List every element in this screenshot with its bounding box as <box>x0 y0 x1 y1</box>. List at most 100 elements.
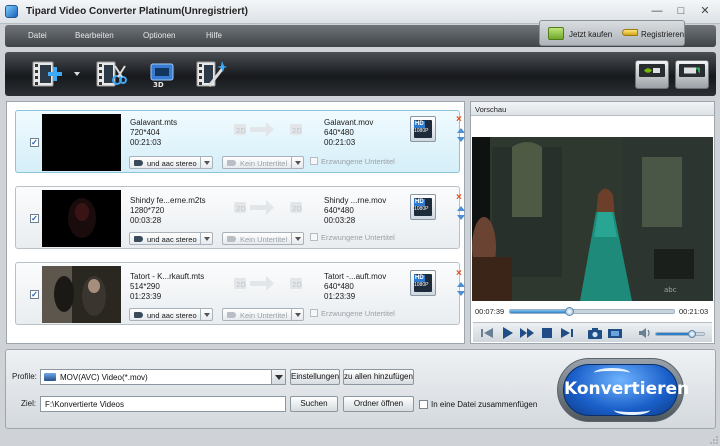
cart-icon <box>548 27 564 40</box>
amd-icon <box>684 67 700 74</box>
register-button[interactable]: Registrieren <box>641 30 684 39</box>
subtitle-select[interactable]: Kein Untertitel <box>222 156 304 169</box>
previous-frame-button[interactable] <box>479 326 495 340</box>
clip-button[interactable] <box>95 58 127 90</box>
convert-button[interactable]: Konvertieren <box>557 358 689 422</box>
source-duration: 00:21:03 <box>130 138 162 147</box>
output-filename[interactable]: Tatort -...auft.mov <box>324 272 386 282</box>
buy-register-area: Jetzt kaufen Registrieren <box>539 20 685 46</box>
close-button[interactable]: ✕ <box>694 4 716 19</box>
add-file-icon <box>32 61 62 87</box>
seek-handle[interactable] <box>565 307 574 316</box>
move-up-icon[interactable] <box>457 206 465 211</box>
source-resolution: 514*290 <box>130 282 160 291</box>
resize-grip-icon[interactable] <box>710 436 718 444</box>
volume-handle[interactable] <box>688 330 696 338</box>
settings-button[interactable]: Einstellungen <box>290 369 340 385</box>
stop-button[interactable] <box>539 326 555 340</box>
chevron-down-icon[interactable] <box>291 309 303 320</box>
move-down-icon[interactable] <box>457 215 465 220</box>
file-row[interactable]: ✓ Galavant.mts 720*404 00:21:03 2D 2D Ga… <box>15 110 465 173</box>
file-list-panel: ✓ Galavant.mts 720*404 00:21:03 2D 2D Ga… <box>6 101 465 344</box>
toolbar: 3D <box>5 52 716 96</box>
volume-icon[interactable] <box>637 326 653 340</box>
move-down-icon[interactable] <box>457 137 465 142</box>
output-format-button[interactable]: HD 1080P <box>410 194 436 220</box>
apply-to-all-button[interactable]: zu allen hinzufügen <box>343 369 414 385</box>
move-up-icon[interactable] <box>457 128 465 133</box>
convert-arrow-icon: 2D 2D <box>234 276 302 291</box>
move-up-icon[interactable] <box>457 282 465 287</box>
output-settings-panel: Profile: MOV(AVC) Video(*.mov) Einstellu… <box>5 349 716 429</box>
destination-input[interactable]: F:\Konvertierte Videos <box>40 396 286 412</box>
menu-hilfe[interactable]: Hilfe <box>206 31 222 40</box>
next-frame-button[interactable] <box>559 326 575 340</box>
3d-icon: 3D <box>150 63 174 89</box>
output-filename[interactable]: Shindy ...rne.mov <box>324 196 386 206</box>
buy-button[interactable]: Jetzt kaufen <box>569 30 612 39</box>
file-row[interactable]: ✓ Tatort - K...rkauft.mts 514*290 01:23:… <box>15 262 465 325</box>
output-filename[interactable]: Galavant.mov <box>324 118 373 128</box>
svg-text:2D: 2D <box>292 281 302 289</box>
destination-label: Ziel: <box>21 399 37 408</box>
chevron-down-icon[interactable] <box>200 157 212 168</box>
file-checkbox[interactable]: ✓ <box>30 214 39 223</box>
chevron-down-icon[interactable] <box>271 370 285 384</box>
merge-into-one-file-checkbox[interactable]: In eine Datei zusammenfügen <box>419 400 537 409</box>
svg-text:2D: 2D <box>292 127 302 135</box>
chevron-down-icon[interactable] <box>200 309 212 320</box>
profile-select[interactable]: MOV(AVC) Video(*.mov) <box>40 369 286 385</box>
maximize-button[interactable]: □ <box>670 4 692 19</box>
output-duration: 00:03:28 <box>324 216 356 225</box>
snapshot-camera-icon[interactable] <box>587 326 603 340</box>
video-thumbnail <box>42 114 121 171</box>
remove-file-icon[interactable]: × <box>456 115 462 125</box>
file-checkbox[interactable]: ✓ <box>30 138 39 147</box>
scissors-icon <box>96 61 127 87</box>
key-icon <box>622 29 638 36</box>
edit-effect-button[interactable] <box>195 58 227 90</box>
remove-file-icon[interactable]: × <box>456 269 462 279</box>
app-logo <box>5 5 18 18</box>
menu-datei[interactable]: Datei <box>28 31 47 40</box>
output-format-button[interactable]: HD 1080P <box>410 116 436 142</box>
magic-wand-icon <box>196 61 227 87</box>
text-icon <box>227 236 236 242</box>
menu-bearbeiten[interactable]: Bearbeiten <box>75 31 114 40</box>
subtitle-select[interactable]: Kein Untertitel <box>222 308 304 321</box>
play-button[interactable] <box>499 326 515 340</box>
audio-track-select[interactable]: und aac stereo <box>129 156 213 169</box>
audio-track-select[interactable]: und aac stereo <box>129 308 213 321</box>
chevron-down-icon[interactable] <box>200 233 212 244</box>
fast-forward-button[interactable] <box>519 326 535 340</box>
chevron-down-icon[interactable] <box>291 233 303 244</box>
menu-optionen[interactable]: Optionen <box>143 31 175 40</box>
snapshot-folder-icon[interactable] <box>607 326 623 340</box>
remove-file-icon[interactable]: × <box>456 193 462 203</box>
browse-button[interactable]: Suchen <box>290 396 338 412</box>
amd-app-badge <box>675 60 709 89</box>
refresh-arrow-icon <box>594 368 630 378</box>
chevron-down-icon[interactable] <box>291 157 303 168</box>
move-down-icon[interactable] <box>457 291 465 296</box>
forced-subtitles-checkbox[interactable]: Erzwungene Untertitel <box>310 309 395 318</box>
output-format-button[interactable]: HD 1080P <box>410 270 436 296</box>
open-folder-button[interactable]: Ordner öffnen <box>343 396 414 412</box>
forced-subtitles-checkbox[interactable]: Erzwungene Untertitel <box>310 157 395 166</box>
file-checkbox[interactable]: ✓ <box>30 290 39 299</box>
output-duration: 00:21:03 <box>324 138 356 147</box>
volume-slider[interactable] <box>655 330 705 338</box>
add-file-button[interactable] <box>31 58 63 90</box>
minimize-button[interactable]: — <box>646 4 668 19</box>
forced-subtitles-checkbox[interactable]: Erzwungene Untertitel <box>310 233 395 242</box>
subtitle-select[interactable]: Kein Untertitel <box>222 232 304 245</box>
output-resolution: 640*480 <box>324 206 354 215</box>
audio-track-select[interactable]: und aac stereo <box>129 232 213 245</box>
seek-slider[interactable] <box>509 307 675 316</box>
source-filename: Tatort - K...rkauft.mts <box>130 272 205 281</box>
file-row[interactable]: ✓ Shindy fe...erne.m2ts 1280*720 00:03:2… <box>15 186 465 249</box>
svg-text:3D: 3D <box>153 81 164 89</box>
3d-button[interactable]: 3D <box>147 58 179 90</box>
source-duration: 00:03:28 <box>130 216 162 225</box>
add-file-dropdown-icon[interactable] <box>74 72 80 76</box>
